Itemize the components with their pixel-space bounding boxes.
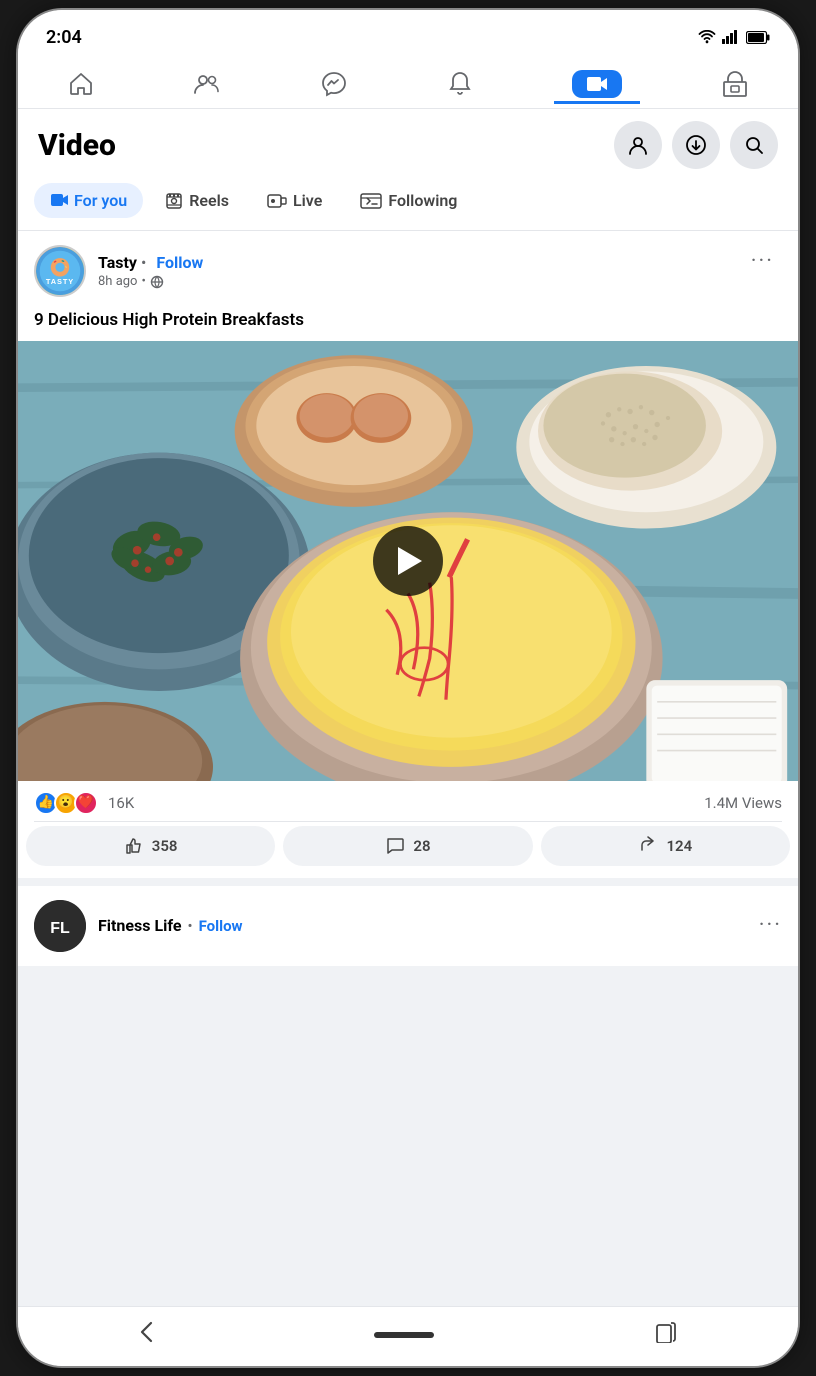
nav-item-friends[interactable]: [175, 64, 239, 104]
tab-bar: For you Reels Live: [18, 177, 798, 231]
video-thumbnail-1[interactable]: [18, 341, 798, 781]
comment-icon: [385, 836, 405, 856]
love-emoji: ❤️: [74, 791, 98, 815]
share-icon: [638, 836, 658, 856]
following-tab-icon: [360, 193, 382, 209]
search-icon: [743, 134, 765, 156]
post-title-1: 9 Delicious High Protein Breakfasts: [18, 305, 798, 341]
nav-item-home[interactable]: [49, 64, 113, 104]
bottom-nav: [18, 1306, 798, 1366]
profile-icon: [627, 134, 649, 156]
action-bar-1: 358 28 124: [18, 822, 798, 878]
post-author-line: Tasty • Follow: [98, 253, 203, 272]
post-2-follow-btn[interactable]: Follow: [199, 917, 243, 935]
nav-item-store[interactable]: [703, 64, 767, 104]
comment-count: 28: [413, 837, 430, 855]
wifi-icon: [698, 30, 716, 44]
battery-icon: [746, 31, 770, 44]
post-card-1: TASTY Tasty • Follow 8h ago •: [18, 231, 798, 878]
reactions-left: 👍 😮 ❤️ 16K: [34, 791, 134, 815]
download-button[interactable]: [672, 121, 720, 169]
post-header-1: TASTY Tasty • Follow 8h ago •: [18, 231, 798, 305]
tasty-avatar-art: TASTY: [36, 245, 84, 297]
notifications-icon: [446, 70, 474, 98]
page-header: Video: [18, 109, 798, 177]
phone-shell: 2:04: [18, 10, 798, 1366]
nav-item-video[interactable]: [554, 64, 640, 104]
status-icons: [698, 30, 770, 44]
status-time: 2:04: [46, 27, 82, 48]
nav-bar: [18, 58, 798, 109]
video-icon-active: [586, 75, 608, 93]
tab-following-label: Following: [388, 191, 457, 210]
post-follow-btn-1[interactable]: Follow: [156, 253, 203, 272]
home-indicator[interactable]: [374, 1332, 434, 1338]
share-count: 124: [666, 837, 692, 855]
messenger-icon: [320, 70, 348, 98]
rotate-icon: [655, 1321, 677, 1343]
like-icon: [124, 836, 144, 856]
comment-button-1[interactable]: 28: [283, 826, 532, 866]
tab-live-label: Live: [293, 191, 322, 210]
nav-item-messenger[interactable]: [302, 64, 366, 104]
back-button[interactable]: [119, 1317, 173, 1353]
tab-live[interactable]: Live: [251, 183, 338, 218]
reaction-count: 16K: [108, 794, 134, 812]
avatar-fitness-life: FL: [34, 900, 86, 952]
post-2-more[interactable]: ···: [759, 913, 782, 938]
post-author-info-1: TASTY Tasty • Follow 8h ago •: [34, 245, 203, 297]
more-options-btn-1[interactable]: ···: [743, 245, 782, 278]
globe-icon: [150, 275, 164, 289]
post-2-author: Fitness Life: [98, 916, 182, 935]
reaction-emojis: 👍 😮 ❤️: [34, 791, 98, 815]
reactions-bar-1: 👍 😮 ❤️ 16K 1.4M Views: [18, 781, 798, 821]
nav-item-notifications[interactable]: [428, 64, 492, 104]
back-icon: [139, 1321, 153, 1343]
page-title: Video: [38, 128, 116, 163]
play-button-1[interactable]: [373, 526, 443, 596]
rotate-button[interactable]: [635, 1317, 697, 1353]
svg-text:FL: FL: [50, 920, 70, 937]
live-tab-icon: [267, 193, 287, 209]
svg-text:TASTY: TASTY: [46, 277, 74, 286]
tab-for-you-label: For you: [74, 191, 127, 210]
store-icon: [721, 70, 749, 98]
home-icon: [67, 70, 95, 98]
avatar-tasty[interactable]: TASTY: [34, 245, 86, 297]
post-meta-1: Tasty • Follow 8h ago •: [98, 253, 203, 289]
post-2-meta: Fitness Life • Follow: [98, 916, 243, 935]
fitness-avatar-art: FL: [34, 900, 86, 952]
tab-reels-label: Reels: [189, 191, 229, 210]
signal-icon: [722, 30, 740, 44]
post-card-2-preview[interactable]: FL Fitness Life • Follow ···: [18, 886, 798, 966]
play-triangle-icon: [398, 547, 422, 575]
header-actions: [614, 121, 778, 169]
views-count: 1.4M Views: [704, 794, 782, 812]
profile-button[interactable]: [614, 121, 662, 169]
status-bar: 2:04: [18, 10, 798, 58]
like-count: 358: [152, 837, 178, 855]
tab-following[interactable]: Following: [344, 183, 473, 218]
for-you-tab-icon: [50, 193, 68, 209]
post-author-name-1: Tasty: [98, 253, 137, 272]
search-button[interactable]: [730, 121, 778, 169]
like-button-1[interactable]: 358: [26, 826, 275, 866]
post-time-1: 8h ago •: [98, 274, 203, 289]
friends-icon: [193, 70, 221, 98]
tab-reels[interactable]: Reels: [149, 183, 245, 218]
feed: TASTY Tasty • Follow 8h ago •: [18, 231, 798, 1306]
download-icon: [685, 134, 707, 156]
reels-tab-icon: [165, 193, 183, 209]
tab-for-you[interactable]: For you: [34, 183, 143, 218]
share-button-1[interactable]: 124: [541, 826, 790, 866]
